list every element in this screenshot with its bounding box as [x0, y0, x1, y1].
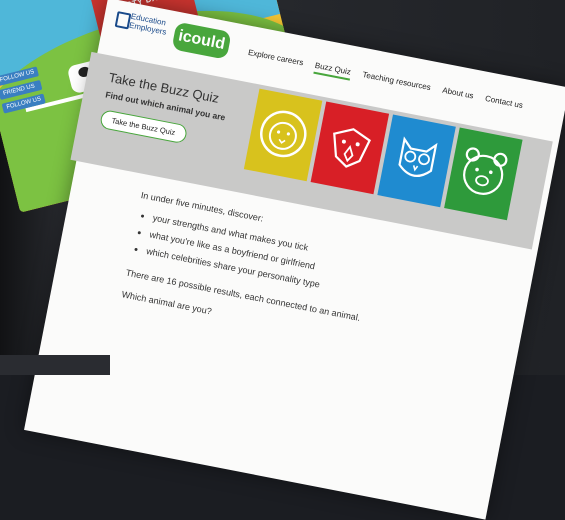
eagle-tile[interactable]: [310, 101, 390, 195]
icould-page: Education Employers icould Explore caree…: [24, 0, 565, 520]
bear-icon: [463, 147, 508, 195]
nav-about-us[interactable]: About us: [441, 86, 475, 105]
ee-logo-text: Education Employers: [128, 11, 168, 37]
nav-contact-us[interactable]: Contact us: [484, 94, 523, 114]
bear-tile[interactable]: [444, 127, 523, 221]
eagle-icon: [333, 128, 372, 168]
nav-explore-careers[interactable]: Explore careers: [247, 48, 304, 71]
owl-icon: [398, 136, 438, 177]
lion-icon: [260, 110, 307, 158]
owl-tile[interactable]: [377, 114, 456, 208]
nav-buzz-quiz[interactable]: Buzz Quiz: [313, 60, 352, 81]
taskbar: [0, 355, 110, 375]
ee-logo-icon: [114, 11, 132, 30]
take-quiz-button[interactable]: Take the Buzz Quiz: [99, 109, 188, 145]
nav-teaching-resources[interactable]: Teaching resources: [361, 70, 432, 96]
icould-logo[interactable]: icould: [171, 21, 232, 60]
lion-tile[interactable]: [243, 88, 323, 182]
